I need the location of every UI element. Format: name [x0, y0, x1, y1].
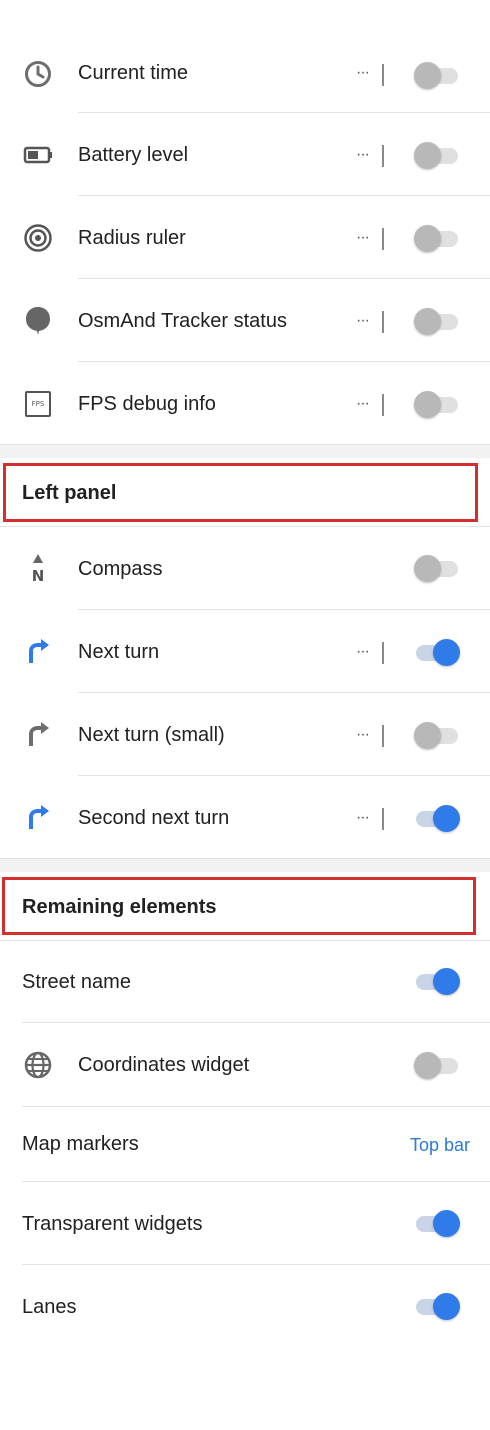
setting-label: Map markers — [22, 1133, 139, 1155]
widget-row-next-turn-small[interactable]: Next turn (small) ··· — [0, 693, 490, 775]
widget-label: Next turn — [78, 641, 160, 663]
setting-toggle[interactable] — [414, 1292, 460, 1320]
more-options-icon[interactable]: ··· — [356, 395, 370, 413]
widget-label: Battery level — [78, 144, 189, 166]
widget-label: Current time — [78, 62, 189, 84]
setting-row-map-markers[interactable]: Map markers Top bar — [0, 1107, 490, 1181]
more-options-icon[interactable]: ··· — [356, 64, 370, 82]
widget-label: Second next turn — [78, 807, 230, 829]
more-options-icon[interactable]: ··· — [356, 809, 370, 827]
widget-toggle[interactable] — [414, 721, 460, 749]
setting-label: Transparent widgets — [22, 1213, 203, 1235]
setting-label: Street name — [22, 971, 131, 993]
section-title-left-panel: Left panel — [22, 482, 117, 504]
fps-icon: FPS — [22, 388, 54, 420]
widget-row-compass[interactable]: N Compass — [0, 527, 490, 609]
widget-row-second-next-turn[interactable]: Second next turn ··· — [0, 776, 490, 858]
widget-label: OsmAnd Tracker status — [78, 310, 287, 332]
vertical-separator — [382, 808, 384, 830]
setting-label: Lanes — [22, 1296, 77, 1318]
turn-arrow-icon — [22, 718, 54, 750]
setting-row-street-name[interactable]: Street name — [0, 941, 490, 1022]
widget-label: FPS debug info — [78, 393, 216, 415]
vertical-separator — [382, 64, 384, 86]
vertical-separator — [382, 311, 384, 333]
widget-row-tracker-status[interactable]: OsmAnd Tracker status ··· — [0, 279, 490, 361]
widget-toggle[interactable] — [414, 804, 460, 832]
widget-toggle[interactable] — [414, 61, 460, 89]
tracker-status-icon — [22, 305, 54, 337]
widget-toggle[interactable] — [414, 554, 460, 582]
setting-toggle[interactable] — [414, 1209, 460, 1237]
setting-label: Coordinates widget — [78, 1054, 250, 1076]
widget-row-radius-ruler[interactable]: Radius ruler ··· — [0, 196, 490, 278]
setting-row-coordinates-widget[interactable]: Coordinates widget — [0, 1023, 490, 1106]
widget-label: Radius ruler — [78, 227, 186, 249]
globe-icon — [22, 1049, 54, 1081]
more-options-icon[interactable]: ··· — [356, 726, 370, 744]
vertical-separator — [382, 228, 384, 250]
widget-label: Next turn (small) — [78, 724, 225, 746]
more-options-icon[interactable]: ··· — [356, 643, 370, 661]
radius-ruler-icon — [22, 222, 54, 254]
section-gap — [0, 858, 490, 872]
compass-icon: N — [22, 552, 54, 584]
setting-toggle[interactable] — [414, 1051, 460, 1079]
more-options-icon[interactable]: ··· — [356, 312, 370, 330]
widget-row-battery-level[interactable]: Battery level ··· — [0, 113, 490, 195]
widget-row-fps-debug[interactable]: FPS FPS debug info ··· — [0, 362, 490, 444]
clock-icon — [22, 58, 54, 90]
widget-toggle[interactable] — [414, 307, 460, 335]
setting-row-transparent-widgets[interactable]: Transparent widgets — [0, 1182, 490, 1264]
turn-arrow-icon — [22, 801, 54, 833]
widget-label: Compass — [78, 558, 163, 580]
more-options-icon[interactable]: ··· — [356, 146, 370, 164]
turn-arrow-icon — [22, 635, 54, 667]
vertical-separator — [382, 725, 384, 747]
setting-toggle[interactable] — [414, 967, 460, 995]
section-title-remaining-elements: Remaining elements — [22, 896, 217, 918]
widget-toggle[interactable] — [414, 141, 460, 169]
widget-toggle[interactable] — [414, 390, 460, 418]
widget-row-current-time[interactable]: Current time ··· — [0, 50, 490, 112]
vertical-separator — [382, 642, 384, 664]
vertical-separator — [382, 394, 384, 416]
widget-toggle[interactable] — [414, 638, 460, 666]
battery-icon — [22, 139, 54, 171]
svg-text:N: N — [32, 567, 45, 584]
widget-row-next-turn[interactable]: Next turn ··· — [0, 610, 490, 692]
more-options-icon[interactable]: ··· — [356, 229, 370, 247]
widget-toggle[interactable] — [414, 224, 460, 252]
map-markers-value[interactable]: Top bar — [410, 1135, 470, 1156]
section-gap — [0, 444, 490, 458]
vertical-separator — [382, 145, 384, 167]
setting-row-lanes[interactable]: Lanes — [0, 1265, 490, 1347]
